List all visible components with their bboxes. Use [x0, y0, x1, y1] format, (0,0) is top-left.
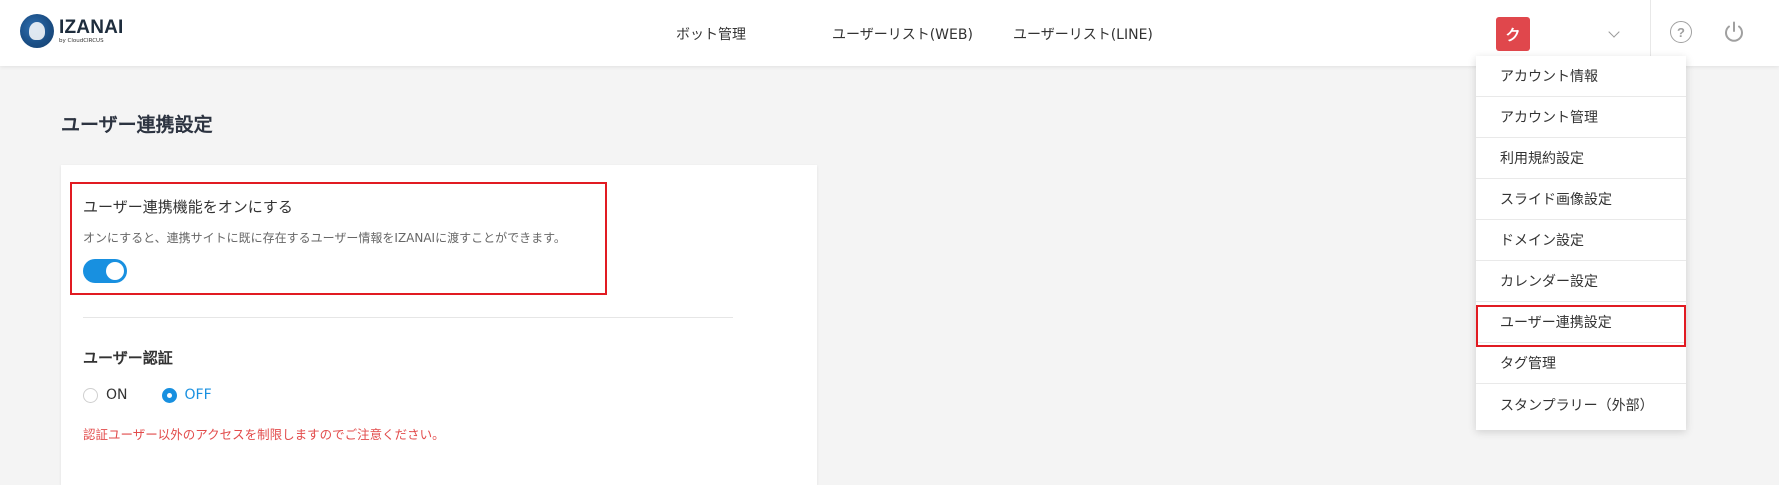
menu-item-user-link-settings[interactable]: ユーザー連携設定: [1476, 302, 1686, 343]
auth-off-radio[interactable]: [161, 387, 177, 403]
auth-off-label[interactable]: OFF: [185, 387, 212, 403]
menu-item-tag-management[interactable]: タグ管理: [1476, 343, 1686, 384]
section-divider: [83, 317, 733, 318]
menu-item-calendar-settings[interactable]: カレンダー設定: [1476, 261, 1686, 302]
logo-sub: by CloudCIRCUS: [59, 37, 104, 44]
menu-item-account-management[interactable]: アカウント管理: [1476, 97, 1686, 138]
logo-mark-icon: [20, 14, 54, 48]
auth-warning: 認証ユーザー以外のアクセスを制限しますのでご注意ください。: [83, 427, 445, 442]
menu-item-stamp-rally[interactable]: スタンプラリー（外部）: [1476, 384, 1686, 425]
menu-item-slide-image-settings[interactable]: スライド画像設定: [1476, 179, 1686, 220]
nav-user-list-web[interactable]: ユーザーリスト(WEB): [832, 24, 973, 44]
menu-item-terms-settings[interactable]: 利用規約設定: [1476, 138, 1686, 179]
power-icon[interactable]: [1722, 20, 1746, 44]
help-icon[interactable]: ?: [1670, 21, 1692, 43]
menu-item-account-info[interactable]: アカウント情報: [1476, 56, 1686, 97]
auth-title: ユーザー認証: [83, 349, 173, 367]
account-avatar[interactable]: ク: [1496, 17, 1530, 51]
settings-card: ユーザー連携機能をオンにする オンにすると、連携サイトに既に存在するユーザー情報…: [61, 165, 817, 485]
feature-description: オンにすると、連携サイトに既に存在するユーザー情報をIZANAIに渡すことができ…: [83, 231, 566, 245]
auth-radio-group: ON OFF: [83, 387, 212, 403]
auth-on-radio[interactable]: [83, 387, 98, 403]
user-link-toggle[interactable]: [83, 259, 127, 283]
toggle-knob: [106, 262, 124, 280]
account-dropdown-menu: アカウント情報 アカウント管理 利用規約設定 スライド画像設定 ドメイン設定 カ…: [1476, 56, 1686, 430]
izanai-logo[interactable]: IZANAI by CloudCIRCUS: [20, 14, 124, 48]
nav-bot-management[interactable]: ボット管理: [676, 24, 746, 44]
page-title: ユーザー連携設定: [61, 114, 213, 136]
chevron-down-icon[interactable]: [1608, 26, 1620, 38]
logo-name: IZANAI: [59, 16, 124, 38]
feature-title: ユーザー連携機能をオンにする: [83, 198, 293, 216]
auth-on-label[interactable]: ON: [106, 387, 128, 403]
menu-item-domain-settings[interactable]: ドメイン設定: [1476, 220, 1686, 261]
nav-user-list-line[interactable]: ユーザーリスト(LINE): [1013, 24, 1153, 44]
